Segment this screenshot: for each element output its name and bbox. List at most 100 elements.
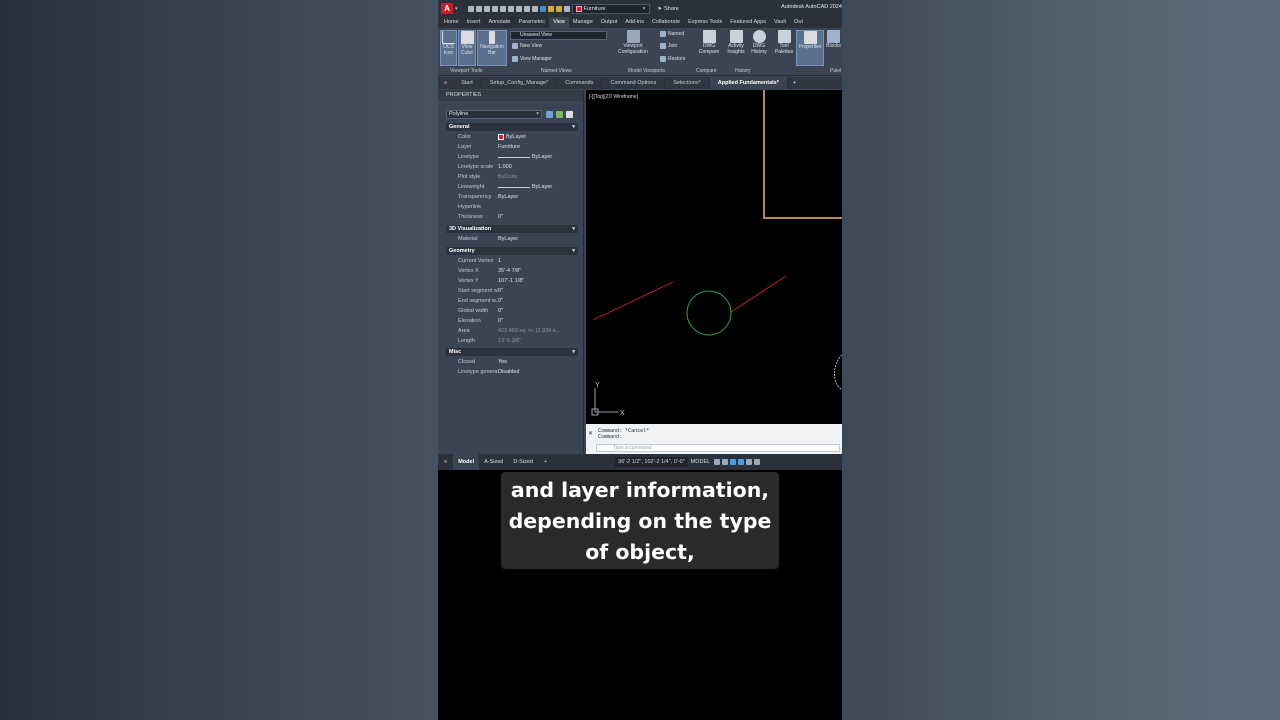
property-value[interactable]: 35'-4 7/8"	[498, 266, 578, 276]
coordinates-readout[interactable]: 36'-2 1/2", 102'-2 1/4", 0'-0"	[615, 457, 688, 467]
document-tab[interactable]: Start	[453, 77, 482, 89]
activity-insights-button[interactable]: Activity Insights	[725, 30, 747, 55]
property-row[interactable]: Transparency ByLayer	[446, 192, 578, 202]
property-value[interactable]: ByColor	[498, 172, 578, 182]
new-file-icon[interactable]	[467, 5, 474, 12]
toggle-pickadd-icon[interactable]	[546, 111, 553, 118]
property-value[interactable]: Yes	[498, 357, 578, 367]
property-row[interactable]: Linetype genera... Disabled	[446, 367, 578, 377]
undo-icon[interactable]	[515, 5, 522, 12]
property-value[interactable]: 1.000	[498, 162, 578, 172]
command-input[interactable]: Type a command	[596, 444, 840, 452]
restore-viewports-button[interactable]: Restore	[660, 56, 686, 62]
layout-tab-a-sized[interactable]: A-Sized	[479, 454, 508, 470]
property-row[interactable]: End segment w... 0"	[446, 296, 578, 306]
property-value[interactable]: 0"	[498, 286, 578, 296]
view-cube-button[interactable]: View Cube	[458, 30, 476, 66]
save-as-icon[interactable]	[491, 5, 498, 12]
property-row[interactable]: Vertex X 35'-4 7/8"	[446, 266, 578, 276]
property-value[interactable]: ByLayer	[498, 192, 578, 202]
layout-tab-model[interactable]: Model	[453, 454, 480, 470]
property-value[interactable]: 1	[498, 256, 578, 266]
ribbon-tab-collaborate[interactable]: Collaborate	[648, 17, 684, 28]
dwg-history-button[interactable]: DWG History	[748, 30, 770, 55]
layer-state-icon[interactable]	[539, 5, 546, 12]
ribbon-tab-insert[interactable]: Insert	[463, 17, 485, 28]
redo-icon[interactable]	[523, 5, 530, 12]
property-row[interactable]: Color ByLayer	[446, 132, 578, 142]
new-view-button[interactable]: New View	[512, 43, 542, 49]
ribbon-tab-home[interactable]: Home	[440, 17, 463, 28]
property-row[interactable]: Material ByLayer	[446, 234, 578, 244]
document-tab[interactable]: Commands	[557, 77, 603, 89]
property-row[interactable]: Plot style ByColor	[446, 172, 578, 182]
property-value[interactable]: 0"	[498, 296, 578, 306]
ribbon-tab-featured-apps[interactable]: Featured Apps	[726, 17, 770, 28]
model-space-toggle[interactable]: MODEL	[688, 459, 714, 465]
document-tab[interactable]: Selections*	[665, 77, 710, 89]
add-layout-icon[interactable]: +	[538, 459, 553, 465]
property-value[interactable]: 0"	[498, 212, 578, 222]
dwg-compare-button[interactable]: DWG Compare	[696, 30, 722, 55]
property-value[interactable]: Disabled	[498, 367, 578, 377]
ribbon-tab-express-tools[interactable]: Express Tools	[684, 17, 726, 28]
join-viewports-button[interactable]: Join	[660, 43, 677, 49]
layout-tab-d-sized[interactable]: D-Sized	[508, 454, 538, 470]
property-row[interactable]: Length 13'-5 3/8"	[446, 336, 578, 346]
tool-palettes-button[interactable]: Tool Palettes	[772, 30, 796, 55]
properties-button[interactable]: Properties	[796, 30, 824, 66]
ortho-icon[interactable]	[730, 459, 737, 465]
open-file-icon[interactable]	[475, 5, 482, 12]
sun-icon[interactable]	[555, 5, 562, 12]
property-row[interactable]: Closed Yes	[446, 357, 578, 367]
property-value[interactable]: 0"	[498, 316, 578, 326]
ribbon-tab-manage[interactable]: Manage	[569, 17, 597, 28]
print-icon[interactable]	[507, 5, 514, 12]
section-geometry[interactable]: Geometry ▾	[446, 247, 578, 255]
ribbon-tab-parametric[interactable]: Parametric	[514, 17, 549, 28]
property-row[interactable]: Start segment w... 0"	[446, 286, 578, 296]
menu-arrow-icon[interactable]: ▾	[455, 6, 458, 12]
partial-shape[interactable]	[834, 354, 842, 391]
lock-icon[interactable]	[563, 5, 570, 12]
property-value[interactable]: ByLayer	[498, 152, 578, 162]
property-value[interactable]: 13'-5 3/8"	[498, 336, 578, 346]
ribbon-tab-add-ins[interactable]: Add-ins	[621, 17, 648, 28]
property-value[interactable]: ByLayer	[498, 182, 578, 192]
property-value[interactable]: ByLayer	[498, 132, 578, 142]
hamburger-menu-icon[interactable]: ≡	[438, 80, 453, 86]
object-type-dropdown[interactable]: Polyline ▾	[446, 110, 542, 119]
drawing-canvas[interactable]: [-][Top][2D Wireframe] Y X	[586, 90, 842, 424]
quick-select-icon[interactable]	[566, 111, 573, 118]
layer-dropdown[interactable]: Furniture ▾	[571, 3, 650, 14]
property-value[interactable]: Furniture	[498, 142, 578, 152]
property-row[interactable]: Current Vertex 1	[446, 256, 578, 266]
navigation-bar-button[interactable]: Navigation Bar	[477, 30, 507, 66]
document-tab[interactable]: Setup_Config_Manage*	[482, 77, 558, 89]
select-objects-icon[interactable]	[556, 111, 563, 118]
snap-icon[interactable]	[722, 459, 729, 465]
document-tab[interactable]: Applied Fundamentals*	[709, 77, 788, 89]
ucs-icon-button[interactable]: UCS Icon	[440, 30, 457, 66]
add-tab-icon[interactable]: +	[788, 80, 801, 86]
polar-icon[interactable]	[738, 459, 745, 465]
wall-frame[interactable]	[763, 90, 842, 219]
ribbon-tab-output[interactable]: Output	[597, 17, 622, 28]
property-row[interactable]: Thickness 0"	[446, 212, 578, 222]
property-row[interactable]: Layer Furniture	[446, 142, 578, 152]
property-row[interactable]: Area 422.450 sq. in. (2.934 s...	[446, 326, 578, 336]
property-row[interactable]: Global width 0"	[446, 306, 578, 316]
red-line-left[interactable]	[592, 281, 674, 321]
share-button[interactable]: ➤ Share	[658, 6, 679, 12]
grid-icon[interactable]	[714, 459, 721, 465]
settings-icon[interactable]	[754, 459, 761, 465]
property-row[interactable]: Hyperlink	[446, 202, 578, 212]
property-row[interactable]: Linetype ByLayer	[446, 152, 578, 162]
match-properties-icon[interactable]	[531, 5, 538, 12]
property-value[interactable]	[498, 202, 578, 212]
osnap-icon[interactable]	[746, 459, 753, 465]
save-icon[interactable]	[483, 5, 490, 12]
property-value[interactable]: ByLayer	[498, 234, 578, 244]
red-line-right[interactable]	[730, 275, 787, 313]
named-viewports-button[interactable]: Named	[660, 31, 684, 37]
